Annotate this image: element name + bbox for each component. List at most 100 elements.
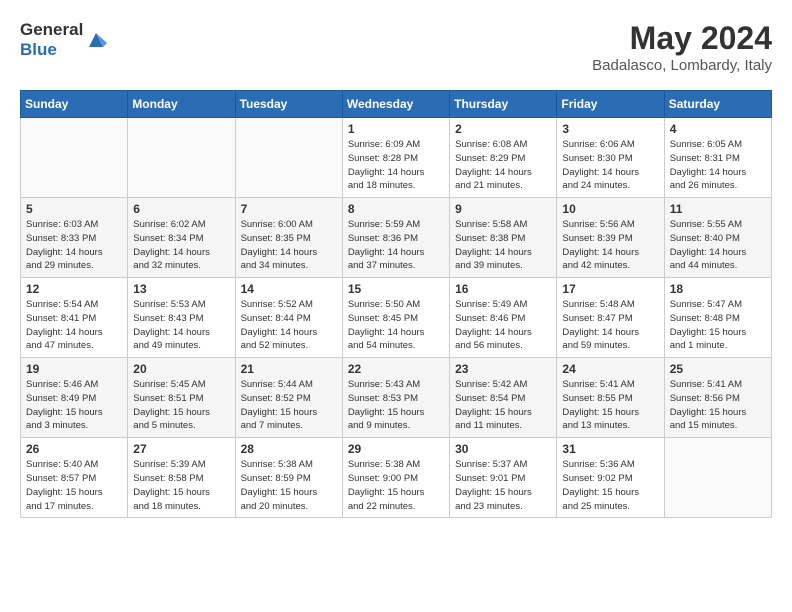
calendar-cell <box>21 118 128 198</box>
calendar-cell: 9 Sunrise: 5:58 AM Sunset: 8:38 PM Daylig… <box>450 198 557 278</box>
day-info: Sunrise: 6:05 AM Sunset: 8:31 PM Dayligh… <box>670 138 766 193</box>
day-info: Sunrise: 5:50 AM Sunset: 8:45 PM Dayligh… <box>348 298 444 353</box>
week-row-2: 5 Sunrise: 6:03 AM Sunset: 8:33 PM Daylig… <box>21 198 772 278</box>
calendar-cell: 19 Sunrise: 5:46 AM Sunset: 8:49 PM Dayli… <box>21 358 128 438</box>
calendar-cell: 10 Sunrise: 5:56 AM Sunset: 8:39 PM Dayli… <box>557 198 664 278</box>
day-info: Sunrise: 5:36 AM Sunset: 9:02 PM Dayligh… <box>562 458 658 513</box>
day-number: 31 <box>562 442 658 456</box>
day-info: Sunrise: 6:08 AM Sunset: 8:29 PM Dayligh… <box>455 138 551 193</box>
day-info: Sunrise: 6:00 AM Sunset: 8:35 PM Dayligh… <box>241 218 337 273</box>
page-header: General Blue May 2024 Badalasco, Lombard… <box>20 20 772 74</box>
calendar-cell: 5 Sunrise: 6:03 AM Sunset: 8:33 PM Daylig… <box>21 198 128 278</box>
day-number: 18 <box>670 282 766 296</box>
logo-icon <box>85 29 107 51</box>
title-block: May 2024 Badalasco, Lombardy, Italy <box>592 20 772 74</box>
day-number: 24 <box>562 362 658 376</box>
day-info: Sunrise: 5:38 AM Sunset: 9:00 PM Dayligh… <box>348 458 444 513</box>
day-number: 14 <box>241 282 337 296</box>
day-info: Sunrise: 6:02 AM Sunset: 8:34 PM Dayligh… <box>133 218 229 273</box>
day-info: Sunrise: 6:03 AM Sunset: 8:33 PM Dayligh… <box>26 218 122 273</box>
day-info: Sunrise: 5:38 AM Sunset: 8:59 PM Dayligh… <box>241 458 337 513</box>
day-number: 9 <box>455 202 551 216</box>
calendar-cell <box>664 438 771 518</box>
day-number: 27 <box>133 442 229 456</box>
calendar-cell: 21 Sunrise: 5:44 AM Sunset: 8:52 PM Dayli… <box>235 358 342 438</box>
calendar-cell <box>235 118 342 198</box>
day-info: Sunrise: 5:42 AM Sunset: 8:54 PM Dayligh… <box>455 378 551 433</box>
day-info: Sunrise: 5:37 AM Sunset: 9:01 PM Dayligh… <box>455 458 551 513</box>
column-header-sunday: Sunday <box>21 91 128 118</box>
calendar-cell: 8Sunrise: 5:59 AM Sunset: 8:36 PM Daylig… <box>342 198 449 278</box>
calendar-cell: 4 Sunrise: 6:05 AM Sunset: 8:31 PM Daylig… <box>664 118 771 198</box>
logo: General Blue <box>20 20 107 60</box>
calendar-cell: 7 Sunrise: 6:00 AM Sunset: 8:35 PM Daylig… <box>235 198 342 278</box>
day-info: Sunrise: 5:59 AM Sunset: 8:36 PM Dayligh… <box>348 218 444 273</box>
day-info: Sunrise: 5:54 AM Sunset: 8:41 PM Dayligh… <box>26 298 122 353</box>
calendar-cell: 11 Sunrise: 5:55 AM Sunset: 8:40 PM Dayli… <box>664 198 771 278</box>
day-info: Sunrise: 5:58 AM Sunset: 8:38 PM Dayligh… <box>455 218 551 273</box>
calendar-cell: 25Sunrise: 5:41 AM Sunset: 8:56 PM Dayli… <box>664 358 771 438</box>
day-number: 3 <box>562 122 658 136</box>
day-number: 12 <box>26 282 122 296</box>
month-title: May 2024 <box>592 20 772 57</box>
day-number: 29 <box>348 442 444 456</box>
header-row: SundayMondayTuesdayWednesdayThursdayFrid… <box>21 91 772 118</box>
day-number: 10 <box>562 202 658 216</box>
day-info: Sunrise: 5:44 AM Sunset: 8:52 PM Dayligh… <box>241 378 337 433</box>
logo-general: General <box>20 20 83 39</box>
day-info: Sunrise: 5:43 AM Sunset: 8:53 PM Dayligh… <box>348 378 444 433</box>
calendar-cell <box>128 118 235 198</box>
week-row-3: 12 Sunrise: 5:54 AM Sunset: 8:41 PM Dayli… <box>21 278 772 358</box>
calendar-cell: 26 Sunrise: 5:40 AM Sunset: 8:57 PM Dayli… <box>21 438 128 518</box>
calendar-cell: 24 Sunrise: 5:41 AM Sunset: 8:55 PM Dayli… <box>557 358 664 438</box>
day-number: 23 <box>455 362 551 376</box>
column-header-thursday: Thursday <box>450 91 557 118</box>
calendar-table: SundayMondayTuesdayWednesdayThursdayFrid… <box>20 90 772 518</box>
calendar-cell: 12 Sunrise: 5:54 AM Sunset: 8:41 PM Dayli… <box>21 278 128 358</box>
day-number: 20 <box>133 362 229 376</box>
day-number: 4 <box>670 122 766 136</box>
calendar-cell: 3Sunrise: 6:06 AM Sunset: 8:30 PM Daylig… <box>557 118 664 198</box>
day-number: 19 <box>26 362 122 376</box>
day-number: 13 <box>133 282 229 296</box>
calendar-cell: 17 Sunrise: 5:48 AM Sunset: 8:47 PM Dayli… <box>557 278 664 358</box>
day-number: 28 <box>241 442 337 456</box>
calendar-cell: 29 Sunrise: 5:38 AM Sunset: 9:00 PM Dayli… <box>342 438 449 518</box>
calendar-cell: 23 Sunrise: 5:42 AM Sunset: 8:54 PM Dayli… <box>450 358 557 438</box>
day-info: Sunrise: 5:39 AM Sunset: 8:58 PM Dayligh… <box>133 458 229 513</box>
calendar-cell: 1Sunrise: 6:09 AM Sunset: 8:28 PM Daylig… <box>342 118 449 198</box>
day-info: Sunrise: 5:53 AM Sunset: 8:43 PM Dayligh… <box>133 298 229 353</box>
day-number: 26 <box>26 442 122 456</box>
day-number: 15 <box>348 282 444 296</box>
day-number: 30 <box>455 442 551 456</box>
day-info: Sunrise: 5:40 AM Sunset: 8:57 PM Dayligh… <box>26 458 122 513</box>
week-row-5: 26 Sunrise: 5:40 AM Sunset: 8:57 PM Dayli… <box>21 438 772 518</box>
day-info: Sunrise: 5:52 AM Sunset: 8:44 PM Dayligh… <box>241 298 337 353</box>
column-header-saturday: Saturday <box>664 91 771 118</box>
day-number: 7 <box>241 202 337 216</box>
day-number: 5 <box>26 202 122 216</box>
calendar-cell: 30 Sunrise: 5:37 AM Sunset: 9:01 PM Dayli… <box>450 438 557 518</box>
calendar-cell: 18Sunrise: 5:47 AM Sunset: 8:48 PM Dayli… <box>664 278 771 358</box>
column-header-friday: Friday <box>557 91 664 118</box>
day-number: 22 <box>348 362 444 376</box>
calendar-cell: 20Sunrise: 5:45 AM Sunset: 8:51 PM Dayli… <box>128 358 235 438</box>
day-info: Sunrise: 5:55 AM Sunset: 8:40 PM Dayligh… <box>670 218 766 273</box>
column-header-wednesday: Wednesday <box>342 91 449 118</box>
week-row-1: 1Sunrise: 6:09 AM Sunset: 8:28 PM Daylig… <box>21 118 772 198</box>
calendar-cell: 28 Sunrise: 5:38 AM Sunset: 8:59 PM Dayli… <box>235 438 342 518</box>
day-info: Sunrise: 5:41 AM Sunset: 8:56 PM Dayligh… <box>670 378 766 433</box>
day-number: 21 <box>241 362 337 376</box>
day-info: Sunrise: 5:49 AM Sunset: 8:46 PM Dayligh… <box>455 298 551 353</box>
day-info: Sunrise: 5:41 AM Sunset: 8:55 PM Dayligh… <box>562 378 658 433</box>
day-number: 17 <box>562 282 658 296</box>
calendar-cell: 22 Sunrise: 5:43 AM Sunset: 8:53 PM Dayli… <box>342 358 449 438</box>
day-info: Sunrise: 6:09 AM Sunset: 8:28 PM Dayligh… <box>348 138 444 193</box>
calendar-cell: 13 Sunrise: 5:53 AM Sunset: 8:43 PM Dayli… <box>128 278 235 358</box>
day-number: 11 <box>670 202 766 216</box>
day-info: Sunrise: 5:48 AM Sunset: 8:47 PM Dayligh… <box>562 298 658 353</box>
day-number: 16 <box>455 282 551 296</box>
day-info: Sunrise: 5:46 AM Sunset: 8:49 PM Dayligh… <box>26 378 122 433</box>
calendar-cell: 31 Sunrise: 5:36 AM Sunset: 9:02 PM Dayli… <box>557 438 664 518</box>
day-info: Sunrise: 5:56 AM Sunset: 8:39 PM Dayligh… <box>562 218 658 273</box>
